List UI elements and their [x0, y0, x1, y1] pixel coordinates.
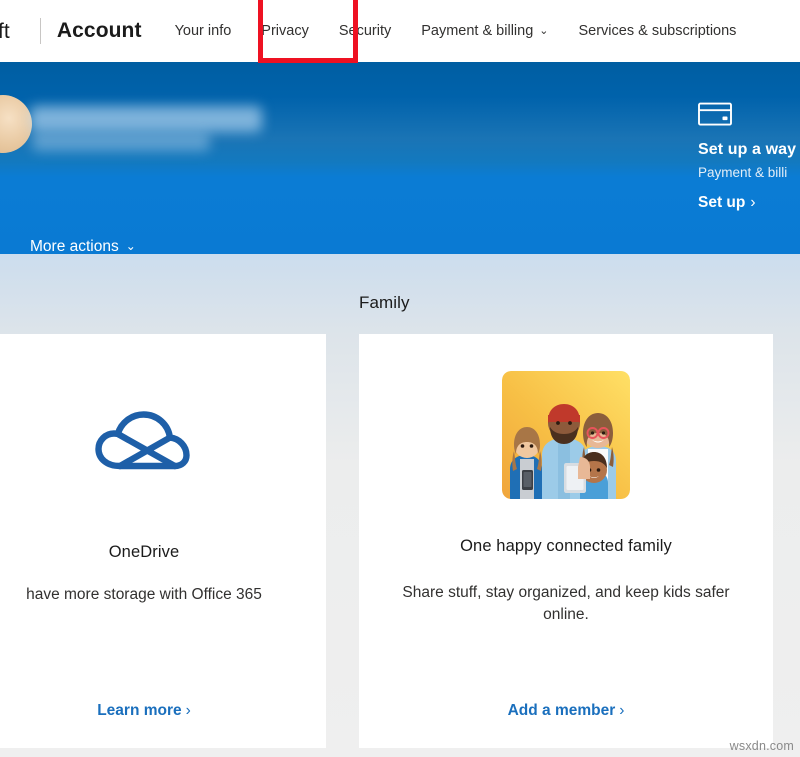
add-a-member-link[interactable]: Add a member›: [359, 702, 773, 720]
payment-tile-title: Set up a way: [698, 140, 800, 160]
microsoft-brand-label[interactable]: ft: [0, 21, 10, 42]
family-illustration-icon: [502, 371, 630, 499]
chevron-right-icon: ›: [619, 702, 624, 719]
more-actions-label: More actions: [30, 238, 119, 254]
card-onedrive[interactable]: OneDrive have more storage with Office 3…: [0, 334, 326, 748]
nav-item-security[interactable]: Security: [324, 0, 406, 62]
nav-item-label: Privacy: [261, 23, 309, 39]
account-title[interactable]: Account: [57, 19, 142, 43]
account-banner: More actions ⌄ Set up a way Payment & bil…: [0, 62, 800, 254]
nav-item-label: Security: [339, 23, 391, 39]
credit-card-icon: [698, 102, 732, 126]
nav-item-label: Services & subscriptions: [578, 23, 736, 39]
more-actions-button[interactable]: More actions ⌄: [30, 238, 136, 254]
learn-more-link[interactable]: Learn more ›: [0, 702, 326, 720]
nav-divider: [40, 18, 41, 44]
watermark: wsxdn.com: [730, 739, 794, 753]
payment-tile-subtitle: Payment & billi: [698, 164, 800, 182]
nav-item-your-info[interactable]: Your info: [160, 0, 247, 62]
nav-item-label: Payment & billing: [421, 23, 533, 39]
card-art: [0, 394, 326, 484]
chevron-down-icon: ⌄: [539, 0, 548, 62]
nav-item-privacy[interactable]: Privacy: [246, 0, 324, 62]
account-name-blurred: [30, 106, 290, 162]
card-heading: OneDrive: [0, 543, 304, 562]
chevron-right-icon: ›: [750, 194, 755, 211]
nav-items: Your info Privacy Security Payment & bil…: [160, 0, 752, 63]
card-heading: One happy connected family: [381, 537, 751, 556]
top-navigation-bar: ft Account Your info Privacy Security Pa…: [0, 0, 800, 62]
chevron-right-icon: ›: [186, 702, 191, 719]
blurred-email-line: [32, 133, 210, 151]
chevron-down-icon: ⌄: [126, 239, 136, 253]
card-description: have more storage with Office 365: [0, 584, 300, 606]
section-title-family: Family: [359, 293, 410, 313]
card-art: [359, 370, 773, 500]
nav-item-label: Your info: [175, 23, 232, 39]
set-up-label: Set up: [698, 194, 745, 211]
page-root: ft Account Your info Privacy Security Pa…: [0, 0, 800, 757]
avatar[interactable]: [0, 95, 32, 153]
add-a-member-label: Add a member: [508, 702, 616, 719]
card-description: Share stuff, stay organized, and keep ki…: [385, 582, 747, 627]
learn-more-label: Learn more: [97, 702, 181, 719]
nav-item-services-subscriptions[interactable]: Services & subscriptions: [563, 0, 751, 62]
onedrive-cloud-icon: [92, 404, 196, 474]
set-up-link[interactable]: Set up ›: [698, 194, 800, 212]
blurred-name-line: [30, 106, 262, 132]
card-family[interactable]: One happy connected family Share stuff, …: [359, 334, 773, 748]
nav-item-payment-billing[interactable]: Payment & billing ⌄: [406, 0, 563, 63]
payment-setup-tile: Set up a way Payment & billi Set up ›: [698, 102, 800, 212]
